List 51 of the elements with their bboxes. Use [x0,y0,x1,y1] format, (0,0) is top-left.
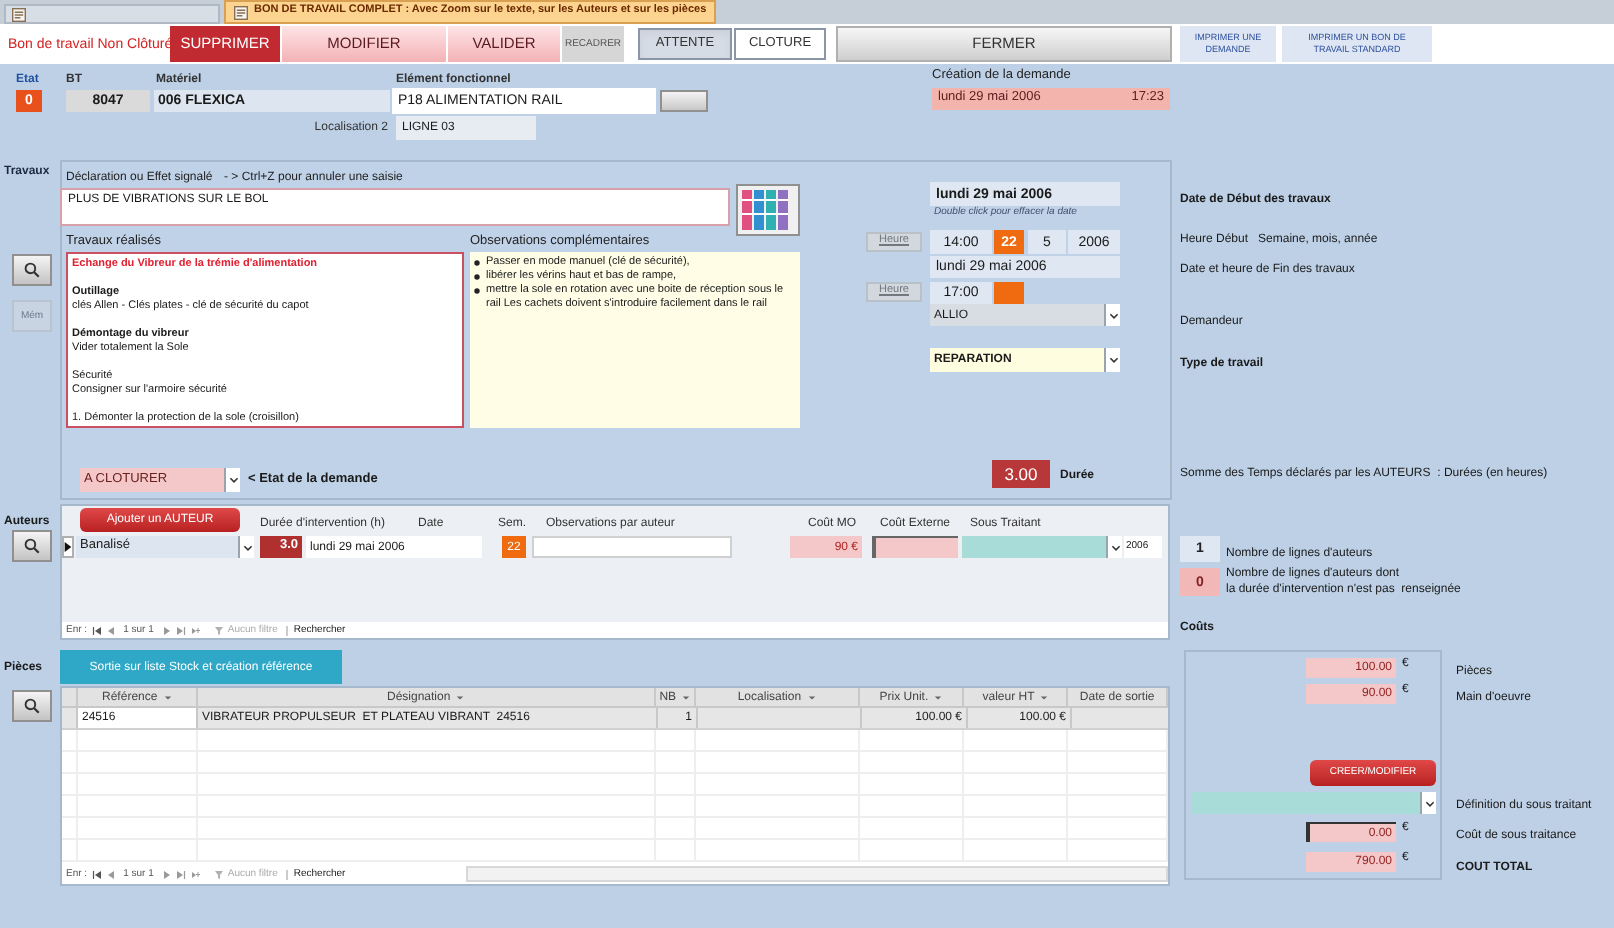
zoom-button[interactable] [12,530,52,562]
external-cost-field[interactable] [872,536,958,558]
observation-field[interactable] [532,536,732,558]
caret-icon [807,693,816,701]
previous-record-icon [105,869,116,879]
new-record-icon [189,625,202,635]
scrollbar[interactable] [466,866,1168,882]
first-record-icon [91,869,102,879]
duration-field: 3.00 [992,460,1050,488]
caret-icon [934,693,943,701]
chevron-icon [1109,541,1121,553]
funnel-icon [213,869,224,879]
caret-icon [1040,693,1049,701]
dropdown-button[interactable] [1106,536,1122,558]
next-record-icon [161,869,172,879]
zoom-button[interactable] [12,690,52,722]
row-selector[interactable] [62,536,74,558]
dropdown-button[interactable] [1104,304,1120,326]
next-record-icon [161,625,172,635]
chevron-icon [1107,309,1119,321]
caret-icon [682,693,691,701]
dropdown-button[interactable] [1420,792,1436,814]
last-record-icon [175,869,186,879]
caret-icon [163,693,172,701]
first-record-icon [91,625,102,635]
last-record-icon [175,625,186,635]
chevron-icon [1423,797,1435,809]
bullet-icon [474,288,480,294]
magnifier-icon [24,262,40,278]
new-record-icon [189,869,202,879]
magnifier-icon [24,538,40,554]
chevron-icon [1107,354,1119,366]
dropdown-button[interactable] [238,536,254,558]
previous-record-icon [105,625,116,635]
bullet-icon [474,260,480,266]
dropdown-button[interactable] [1104,348,1120,372]
zoom-button[interactable] [12,254,52,286]
observations-field[interactable] [470,252,800,428]
funnel-icon [213,625,224,635]
caret-icon [456,693,465,701]
chevron-icon [227,474,239,486]
chevron-icon [241,541,253,553]
current-row-icon [64,542,72,552]
work-text-field[interactable] [66,252,464,428]
magnifier-icon [24,698,40,714]
form-icon [234,5,248,19]
small-button[interactable] [660,90,708,112]
week-field[interactable] [994,282,1024,304]
dropdown-button[interactable] [224,468,240,492]
binders-icon [736,184,800,236]
bullet-icon [474,274,480,280]
